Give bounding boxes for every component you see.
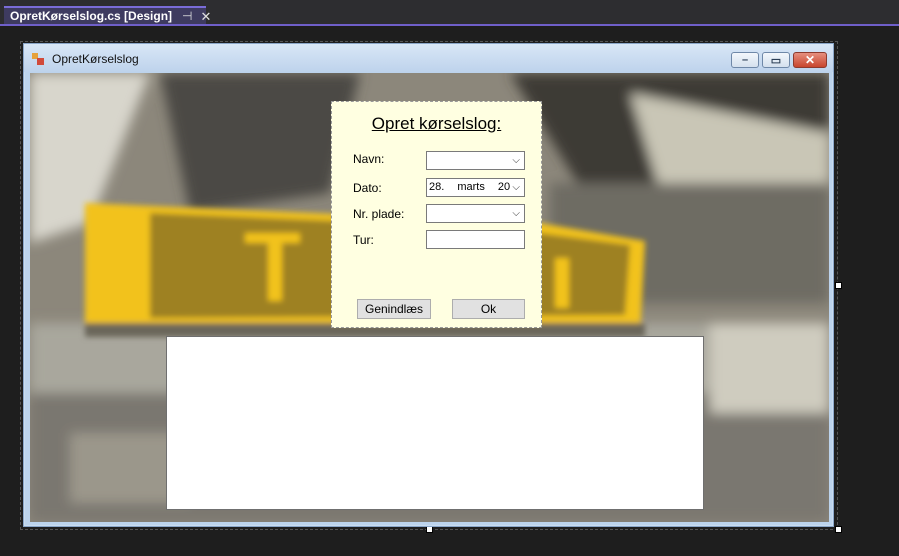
close-button[interactable]: ✕	[793, 52, 827, 68]
tur-textbox[interactable]	[426, 230, 525, 249]
app-icon	[32, 53, 44, 65]
dato-day: 28.	[429, 181, 445, 193]
panel-heading: Opret kørselslog:	[371, 114, 502, 133]
navn-label: Navn:	[353, 152, 385, 166]
document-tab[interactable]: OpretKørselslog.cs [Design] ⊣ ✕	[4, 6, 211, 24]
chevron-down-icon[interactable]: ⌵	[512, 208, 520, 219]
pin-icon[interactable]: ⊣	[182, 10, 192, 22]
dato-label: Dato:	[353, 181, 382, 195]
form-titlebar: OpretKørselslog – ▭ ✕	[24, 44, 833, 72]
nrplade-combobox[interactable]: ⌵	[426, 204, 525, 223]
close-icon[interactable]: ✕	[201, 10, 212, 23]
close-icon: ✕	[804, 53, 816, 67]
nrplade-label: Nr. plade:	[353, 207, 405, 221]
form-client-area: Opret kørselslog: Navn: ⌵ Dato: 28. mart…	[30, 73, 829, 522]
minimize-button[interactable]: –	[731, 52, 759, 68]
dato-datepicker[interactable]: 28. marts 20 ⌵	[426, 178, 525, 197]
genindlaes-button[interactable]: Genindlæs	[357, 299, 431, 319]
document-tab-title: OpretKørselslog.cs [Design]	[10, 9, 173, 23]
chevron-down-icon[interactable]: ⌵	[512, 155, 520, 166]
resize-handle-bottom[interactable]	[426, 526, 433, 533]
ok-button[interactable]: Ok	[452, 299, 525, 319]
chevron-down-icon[interactable]: ⌵	[512, 182, 520, 193]
dato-year: 20	[497, 181, 511, 193]
resize-handle-corner[interactable]	[835, 526, 842, 533]
dato-month: marts	[457, 181, 485, 193]
resize-handle-right[interactable]	[835, 282, 842, 289]
maximize-icon: ▭	[770, 54, 782, 67]
form-window: OpretKørselslog – ▭ ✕ Opret kørselslog: …	[23, 43, 834, 527]
navn-combobox[interactable]: ⌵	[426, 151, 525, 170]
input-panel: Opret kørselslog: Navn: ⌵ Dato: 28. mart…	[331, 101, 542, 328]
designer-surface: OpretKørselslog – ▭ ✕ Opret kørselslog: …	[0, 26, 899, 556]
maximize-button[interactable]: ▭	[762, 52, 790, 68]
document-tab-strip: OpretKørselslog.cs [Design] ⊣ ✕	[0, 0, 899, 26]
minimize-icon: –	[741, 54, 749, 66]
output-textbox[interactable]	[166, 336, 704, 510]
form-title: OpretKørselslog	[52, 52, 139, 66]
tur-label: Tur:	[353, 233, 374, 247]
